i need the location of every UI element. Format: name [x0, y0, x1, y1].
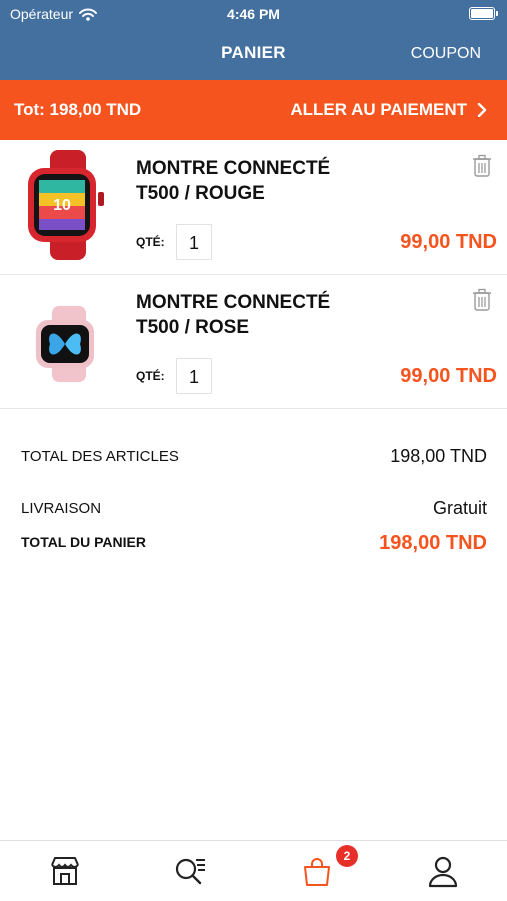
tab-bar — [0, 840, 507, 901]
quantity-field[interactable]: 1 — [176, 358, 212, 394]
svg-text:10: 10 — [53, 197, 71, 214]
trash-icon[interactable] — [472, 288, 492, 312]
status-time: 4:46 PM — [227, 6, 280, 22]
status-bar: Opérateur 4:46 PM — [0, 0, 507, 28]
product-image-smartwatch-pink — [36, 306, 94, 382]
navigation-bar: Opérateur 4:46 PM PANIER COUPON — [0, 0, 507, 80]
product-name[interactable]: MONTRE CONNECTÉ T500 / ROUGE — [136, 156, 376, 206]
delivery-label: LIVRAISON — [21, 500, 102, 517]
quantity-label: QTÉ: — [136, 235, 165, 249]
store-icon[interactable] — [47, 853, 83, 889]
checkout-bar: Tot: 198,00 TND ALLER AU PAIEMENT — [0, 80, 507, 140]
item-price: 99,00 TND — [400, 365, 497, 387]
quantity-label: QTÉ: — [136, 369, 165, 383]
cart-total-value: 198,00 TND — [379, 532, 487, 554]
checkout-button[interactable]: ALLER AU PAIEMENT — [290, 100, 487, 120]
cart-item: MONTRE CONNECTÉ T500 / ROSE QTÉ: 1 99,00… — [0, 274, 507, 409]
item-price: 99,00 TND — [400, 231, 497, 253]
product-image-smartwatch-red: 10 — [28, 150, 104, 260]
articles-total-label: TOTAL DES ARTICLES — [21, 448, 179, 465]
cart-item: 10 MONTRE CONNECTÉ T500 / ROUGE QTÉ: 1 9… — [0, 140, 507, 275]
articles-total-value: 198,00 TND — [390, 446, 487, 466]
user-icon[interactable] — [425, 853, 461, 889]
trash-icon[interactable] — [472, 154, 492, 178]
coupon-button[interactable]: COUPON — [411, 45, 481, 63]
battery-icon — [469, 7, 498, 20]
quantity-field[interactable]: 1 — [176, 224, 212, 260]
product-name[interactable]: MONTRE CONNECTÉ T500 / ROSE — [136, 290, 376, 340]
chevron-right-icon — [477, 103, 487, 117]
cart-total-summary: Tot: 198,00 TND — [14, 100, 142, 119]
search-icon[interactable] — [172, 853, 208, 889]
shopping-bag-icon[interactable] — [299, 853, 335, 889]
checkout-button-label: ALLER AU PAIEMENT — [290, 100, 467, 119]
delivery-value: Gratuit — [432, 498, 487, 518]
cart-badge: 2 — [336, 845, 358, 867]
cart-total-label: TOTAL DU PANIER — [21, 534, 146, 550]
